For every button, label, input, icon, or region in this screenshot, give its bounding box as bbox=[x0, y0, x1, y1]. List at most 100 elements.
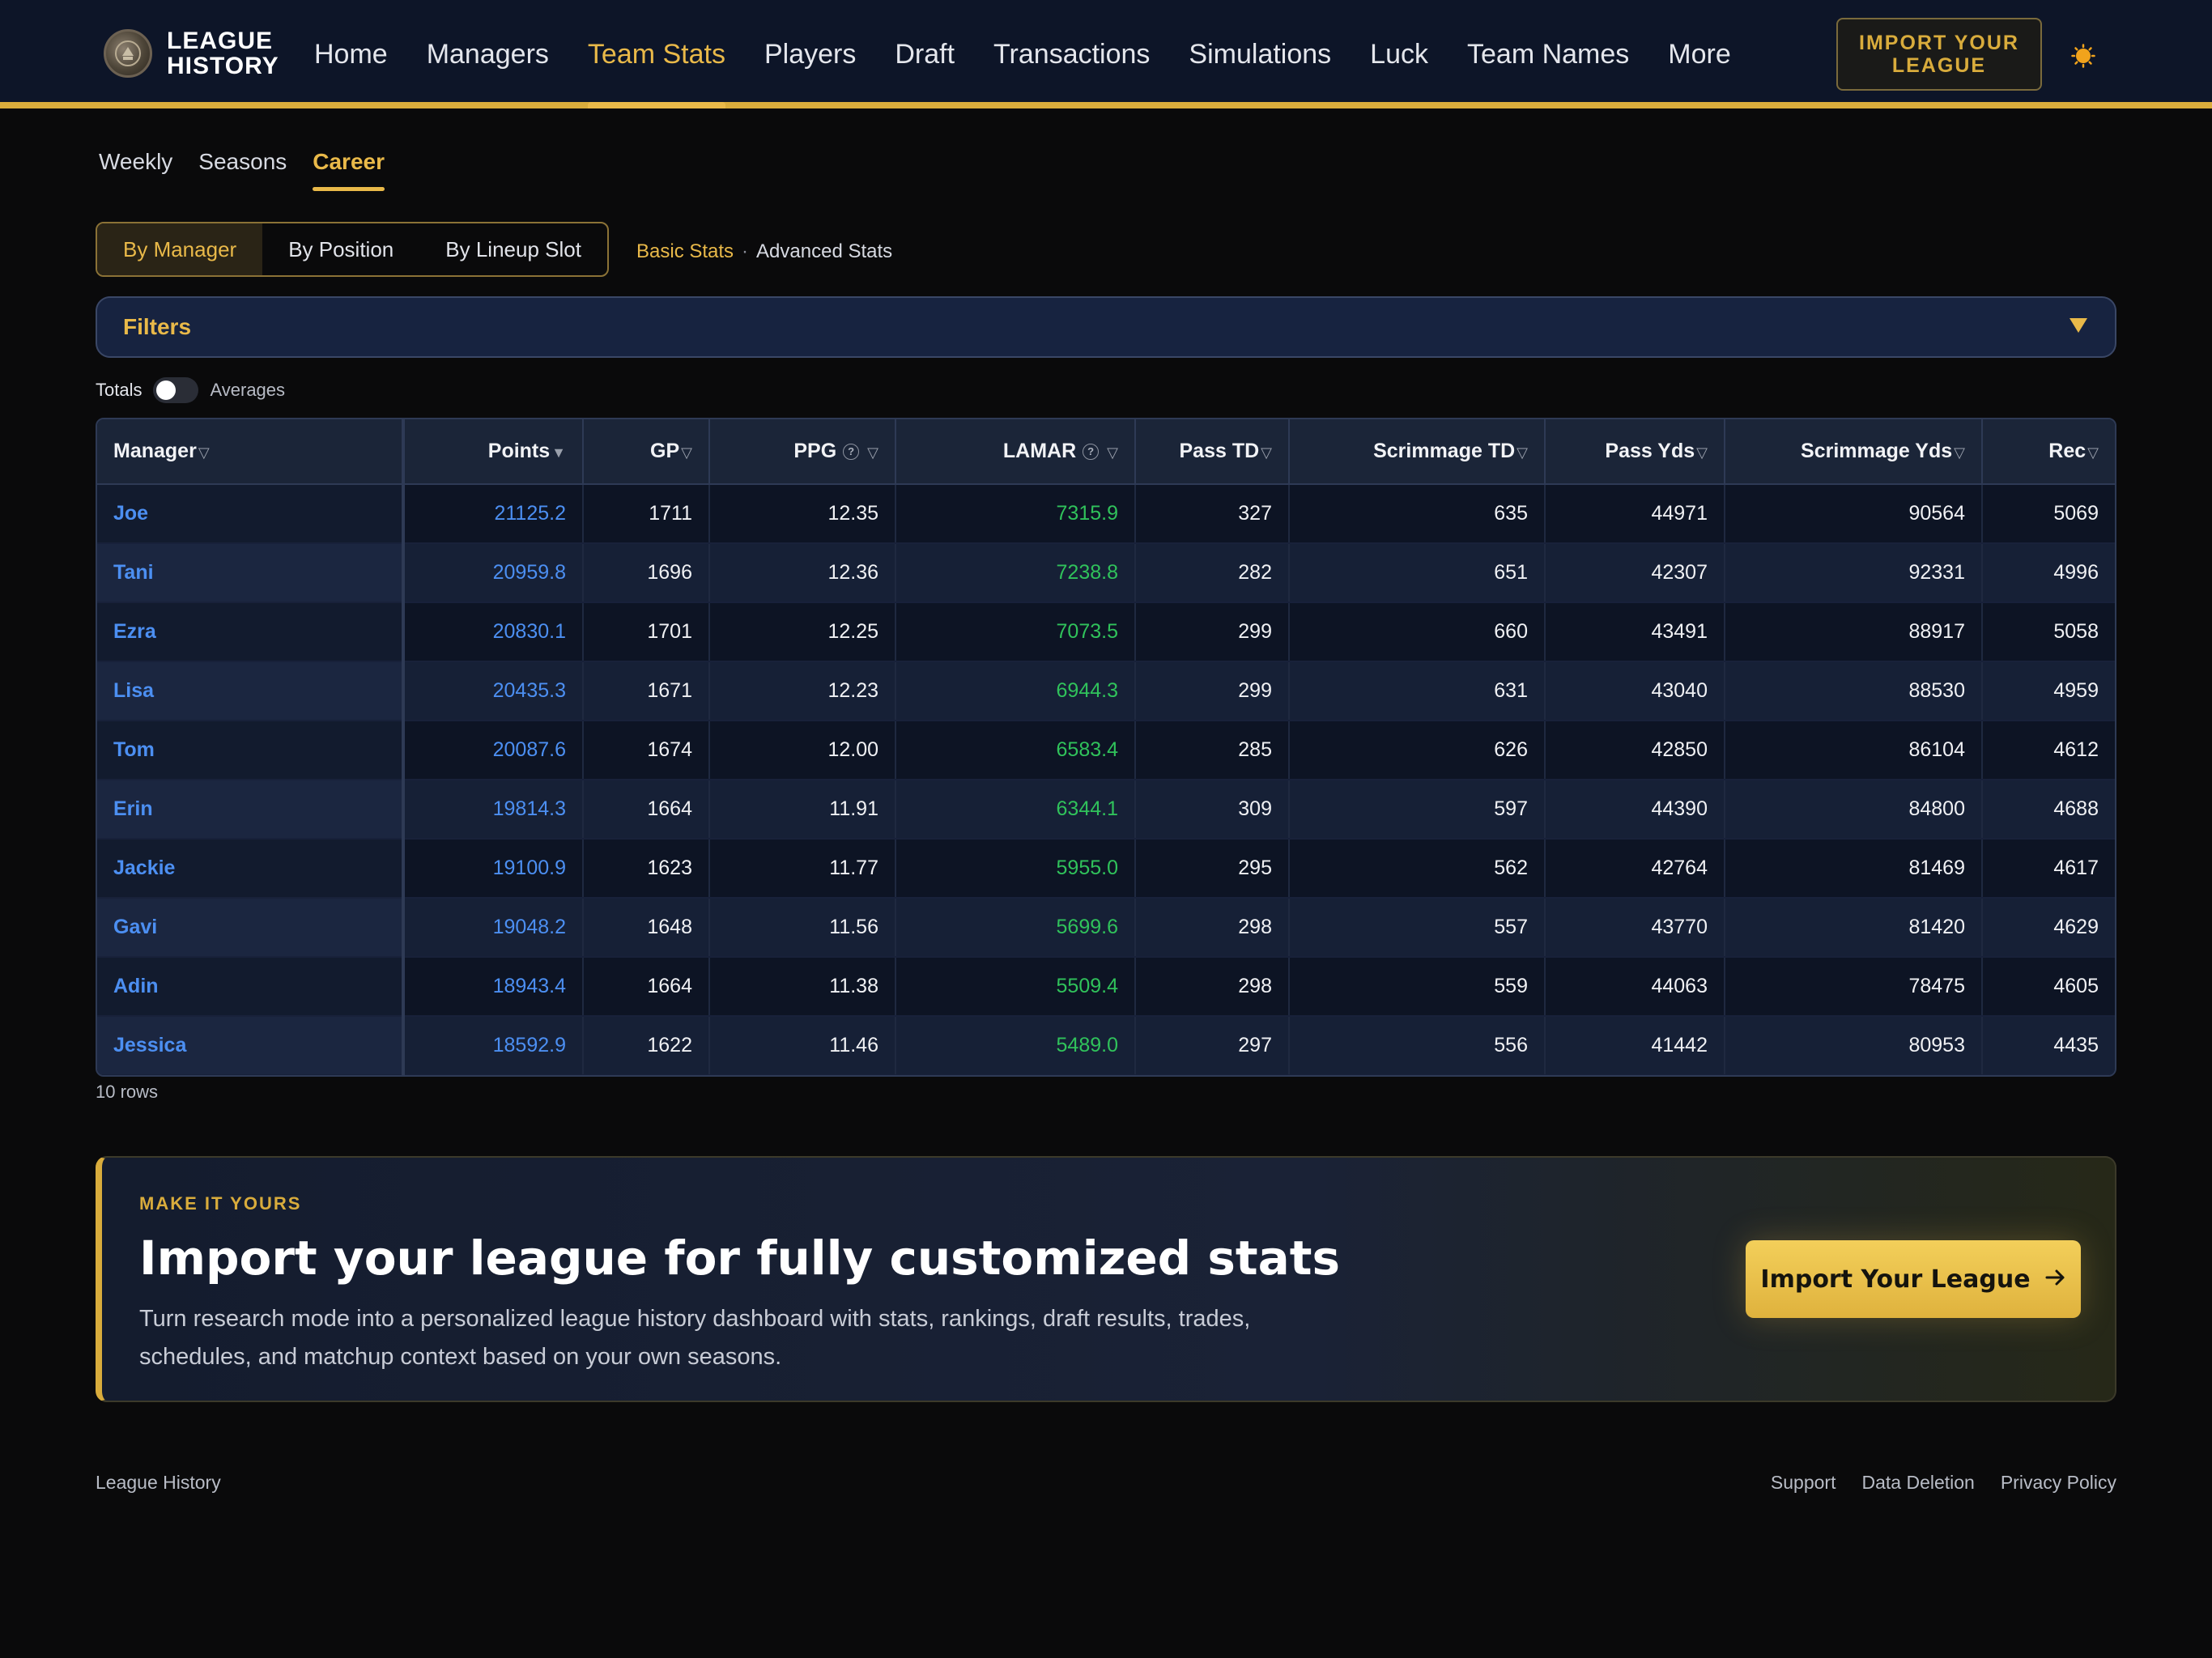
import-league-button[interactable]: Import Your League bbox=[1746, 1240, 2081, 1318]
cell-scrimmage-yds: 88917 bbox=[1725, 602, 1983, 662]
nav-link-team-stats[interactable]: Team Stats bbox=[587, 0, 726, 108]
cell-points[interactable]: 20087.6 bbox=[403, 721, 584, 780]
import-cta-card: MAKE IT YOURS Import your league for ful… bbox=[96, 1156, 2116, 1402]
manager-link[interactable]: Adin bbox=[97, 957, 405, 1017]
cell-rec: 4959 bbox=[1982, 661, 2115, 721]
cell-pass-td: 285 bbox=[1135, 721, 1290, 780]
help-icon[interactable]: ? bbox=[843, 444, 860, 460]
cell-lamar: 6944.3 bbox=[895, 661, 1136, 721]
nav-link-transactions[interactable]: Transactions bbox=[993, 0, 1150, 108]
segment-by-manager[interactable]: By Manager bbox=[97, 223, 263, 275]
cell-pass-yds: 42307 bbox=[1545, 543, 1725, 603]
column-header-manager[interactable]: Manager ▽ bbox=[97, 419, 405, 485]
cell-scrimmage-yds: 80953 bbox=[1725, 1016, 1983, 1075]
totals-averages-toggle-row: Totals Averages bbox=[96, 377, 285, 403]
cell-pass-td: 298 bbox=[1135, 898, 1290, 958]
cell-scrimmage-td: 562 bbox=[1289, 839, 1546, 899]
header-label: LAMAR bbox=[1002, 440, 1077, 462]
cell-scrimmage-td: 597 bbox=[1289, 780, 1546, 840]
table-row: Tom 20087.6 1674 12.00 6583.4 285 626 42850 8610… bbox=[97, 721, 2115, 780]
table-row: Tani 20959.8 1696 12.36 7238.8 282 651 42307 923… bbox=[97, 543, 2115, 603]
nav-link-draft[interactable]: Draft bbox=[895, 0, 955, 108]
tab-weekly[interactable]: Weekly bbox=[99, 149, 172, 191]
stat-links-separator: · bbox=[742, 240, 749, 262]
nav-link-simulations[interactable]: Simulations bbox=[1189, 0, 1331, 108]
cell-points[interactable]: 18592.9 bbox=[403, 1016, 584, 1075]
manager-link[interactable]: Ezra bbox=[97, 602, 405, 662]
header-label: Pass TD bbox=[1179, 440, 1260, 462]
column-header-pass-td[interactable]: Pass TD ▽ bbox=[1135, 419, 1290, 485]
footer-link-privacy-policy[interactable]: Privacy Policy bbox=[2001, 1472, 2116, 1494]
brand-home-link[interactable]: LEAGUE HISTORY bbox=[104, 28, 288, 79]
column-header-ppg[interactable]: PPG? ▽ bbox=[709, 419, 896, 485]
cell-pass-yds: 42850 bbox=[1545, 721, 1725, 780]
cell-ppg: 12.35 bbox=[709, 484, 896, 544]
cell-points[interactable]: 21125.2 bbox=[403, 484, 584, 544]
footer-link-data-deletion[interactable]: Data Deletion bbox=[1861, 1472, 1974, 1494]
cell-points[interactable]: 19814.3 bbox=[403, 780, 584, 840]
manager-link[interactable]: Tom bbox=[97, 721, 405, 780]
cell-gp: 1623 bbox=[583, 839, 710, 899]
help-icon[interactable]: ? bbox=[1083, 444, 1100, 460]
filters-accordion[interactable]: Filters bbox=[96, 296, 2116, 358]
cell-ppg: 11.77 bbox=[709, 839, 896, 899]
cell-rec: 4996 bbox=[1982, 543, 2115, 603]
cell-lamar: 7238.8 bbox=[895, 543, 1136, 603]
nav-link-more[interactable]: More bbox=[1668, 0, 1730, 108]
cell-scrimmage-td: 556 bbox=[1289, 1016, 1546, 1075]
manager-link[interactable]: Gavi bbox=[97, 898, 405, 958]
header-label: Points bbox=[487, 440, 551, 462]
cell-points[interactable]: 20435.3 bbox=[403, 661, 584, 721]
table-row: Jackie 19100.9 1623 11.77 5955.0 295 562 42764 8… bbox=[97, 839, 2115, 899]
cell-rec: 5069 bbox=[1982, 484, 2115, 544]
manager-link[interactable]: Jessica bbox=[97, 1016, 405, 1075]
manager-link[interactable]: Erin bbox=[97, 780, 405, 840]
footer-link-support[interactable]: Support bbox=[1771, 1472, 1836, 1494]
table-row: Jessica 18592.9 1622 11.46 5489.0 297 556 41442… bbox=[97, 1016, 2115, 1075]
cell-pass-yds: 43491 bbox=[1545, 602, 1725, 662]
nav-link-team-names[interactable]: Team Names bbox=[1467, 0, 1629, 108]
cell-points[interactable]: 19100.9 bbox=[403, 839, 584, 899]
manager-link[interactable]: Tani bbox=[97, 543, 405, 603]
sun-icon[interactable] bbox=[2071, 44, 2095, 68]
nav-link-home[interactable]: Home bbox=[314, 0, 388, 108]
cell-points[interactable]: 20830.1 bbox=[403, 602, 584, 662]
cell-scrimmage-td: 635 bbox=[1289, 484, 1546, 544]
manager-link[interactable]: Joe bbox=[97, 484, 405, 544]
cell-ppg: 11.91 bbox=[709, 780, 896, 840]
column-header-scrimmage-td[interactable]: Scrimmage TD ▽ bbox=[1289, 419, 1546, 485]
basic-stats-link[interactable]: Basic Stats bbox=[636, 240, 734, 263]
segment-by-position[interactable]: By Position bbox=[262, 223, 419, 275]
career-stats-table: Manager ▽ Points ▼ GP ▽ PPG? ▽ LAMAR? ▽ Pass … bbox=[96, 418, 2116, 1077]
tab-career[interactable]: Career bbox=[313, 149, 385, 191]
cell-ppg: 12.00 bbox=[709, 721, 896, 780]
nav-link-managers[interactable]: Managers bbox=[427, 0, 549, 108]
column-header-rec[interactable]: Rec ▽ bbox=[1982, 419, 2115, 485]
main-nav: Home Managers Team Stats Players Draft T… bbox=[314, 0, 1770, 108]
manager-link[interactable]: Lisa bbox=[97, 661, 405, 721]
column-header-scrimmage-yds[interactable]: Scrimmage Yds ▽ bbox=[1725, 419, 1983, 485]
nav-link-players[interactable]: Players bbox=[764, 0, 856, 108]
cell-pass-yds: 42764 bbox=[1545, 839, 1725, 899]
column-header-lamar[interactable]: LAMAR? ▽ bbox=[895, 419, 1136, 485]
tab-seasons[interactable]: Seasons bbox=[198, 149, 287, 191]
column-header-gp[interactable]: GP ▽ bbox=[583, 419, 710, 485]
segment-by-lineup-slot[interactable]: By Lineup Slot bbox=[419, 223, 607, 275]
arrow-right-icon bbox=[2045, 1265, 2066, 1294]
cell-points[interactable]: 19048.2 bbox=[403, 898, 584, 958]
column-header-points[interactable]: Points ▼ bbox=[403, 419, 584, 485]
manager-link[interactable]: Jackie bbox=[97, 839, 405, 899]
cell-pass-yds: 44971 bbox=[1545, 484, 1725, 544]
cell-points[interactable]: 20959.8 bbox=[403, 543, 584, 603]
header-label: Pass Yds bbox=[1605, 440, 1695, 462]
cell-scrimmage-td: 559 bbox=[1289, 957, 1546, 1017]
advanced-stats-link[interactable]: Advanced Stats bbox=[756, 240, 892, 263]
import-league-button-top[interactable]: IMPORT YOUR LEAGUE bbox=[1836, 18, 2042, 91]
cell-lamar: 5699.6 bbox=[895, 898, 1136, 958]
header-label: GP bbox=[650, 440, 680, 462]
totals-averages-toggle[interactable] bbox=[153, 377, 199, 403]
row-count: 10 rows bbox=[96, 1082, 159, 1102]
column-header-pass-yds[interactable]: Pass Yds ▽ bbox=[1545, 419, 1725, 485]
cell-points[interactable]: 18943.4 bbox=[403, 957, 584, 1017]
nav-link-luck[interactable]: Luck bbox=[1370, 0, 1428, 108]
